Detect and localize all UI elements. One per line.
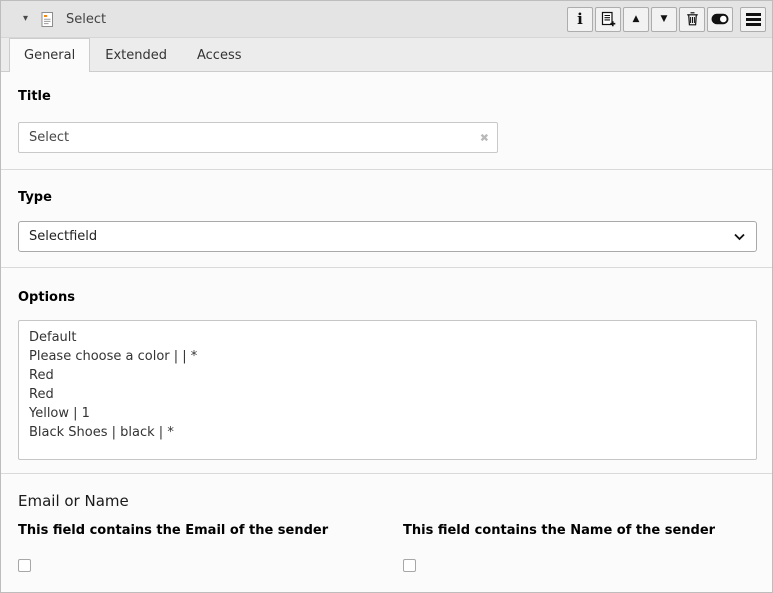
element-toolbar: i ▲ ▼ [567,7,766,32]
options-label: Options [18,290,755,305]
name-checkbox-label: This field contains the Name of the send… [403,523,755,538]
clear-input-icon[interactable]: ✖ [480,132,489,143]
new-element-button[interactable] [595,7,621,32]
tab-content-general: Title ✖ Type Selectfield Optio [1,72,772,592]
document-plus-icon [600,11,617,28]
arrow-down-icon: ▼ [661,14,668,24]
section-type: Type Selectfield [1,170,772,268]
trash-icon [685,11,700,27]
email-or-name-heading: Email or Name [18,492,755,510]
toggle-button[interactable] [707,7,733,32]
checkbox-columns: This field contains the Email of the sen… [18,523,755,572]
hamburger-icon [746,13,761,26]
tab-access[interactable]: Access [182,38,257,71]
tab-extended[interactable]: Extended [90,38,182,71]
section-email-or-name: Email or Name This field contains the Em… [1,474,772,592]
type-select-wrap: Selectfield [18,221,757,252]
form-element-icon [39,11,55,28]
form-element-editor-panel: ▾ Select i [0,0,773,593]
title-input-wrap: ✖ [18,122,498,153]
title-input[interactable] [18,122,498,153]
email-checkbox[interactable] [18,559,31,572]
delete-button[interactable] [679,7,705,32]
type-select[interactable]: Selectfield [18,221,757,252]
arrow-up-icon: ▲ [633,14,640,24]
info-icon: i [577,10,583,28]
section-options: Options Default Please choose a color | … [1,268,772,474]
info-button[interactable]: i [567,7,593,32]
tab-bar: General Extended Access [1,38,772,72]
type-label: Type [18,190,755,205]
element-header: ▾ Select i [1,1,772,38]
title-label: Title [18,89,755,104]
menu-button[interactable] [740,7,766,32]
move-up-button[interactable]: ▲ [623,7,649,32]
section-title: Title ✖ [1,72,772,170]
name-column: This field contains the Name of the send… [403,523,755,572]
name-checkbox[interactable] [403,559,416,572]
tab-general[interactable]: General [9,38,90,72]
email-checkbox-label: This field contains the Email of the sen… [18,523,403,538]
collapse-caret-icon[interactable]: ▾ [23,14,28,24]
toggle-on-icon [711,13,729,25]
move-down-button[interactable]: ▼ [651,7,677,32]
element-title: Select [66,12,106,27]
options-textarea[interactable]: Default Please choose a color | | * Red … [18,320,757,460]
email-column: This field contains the Email of the sen… [18,523,403,572]
